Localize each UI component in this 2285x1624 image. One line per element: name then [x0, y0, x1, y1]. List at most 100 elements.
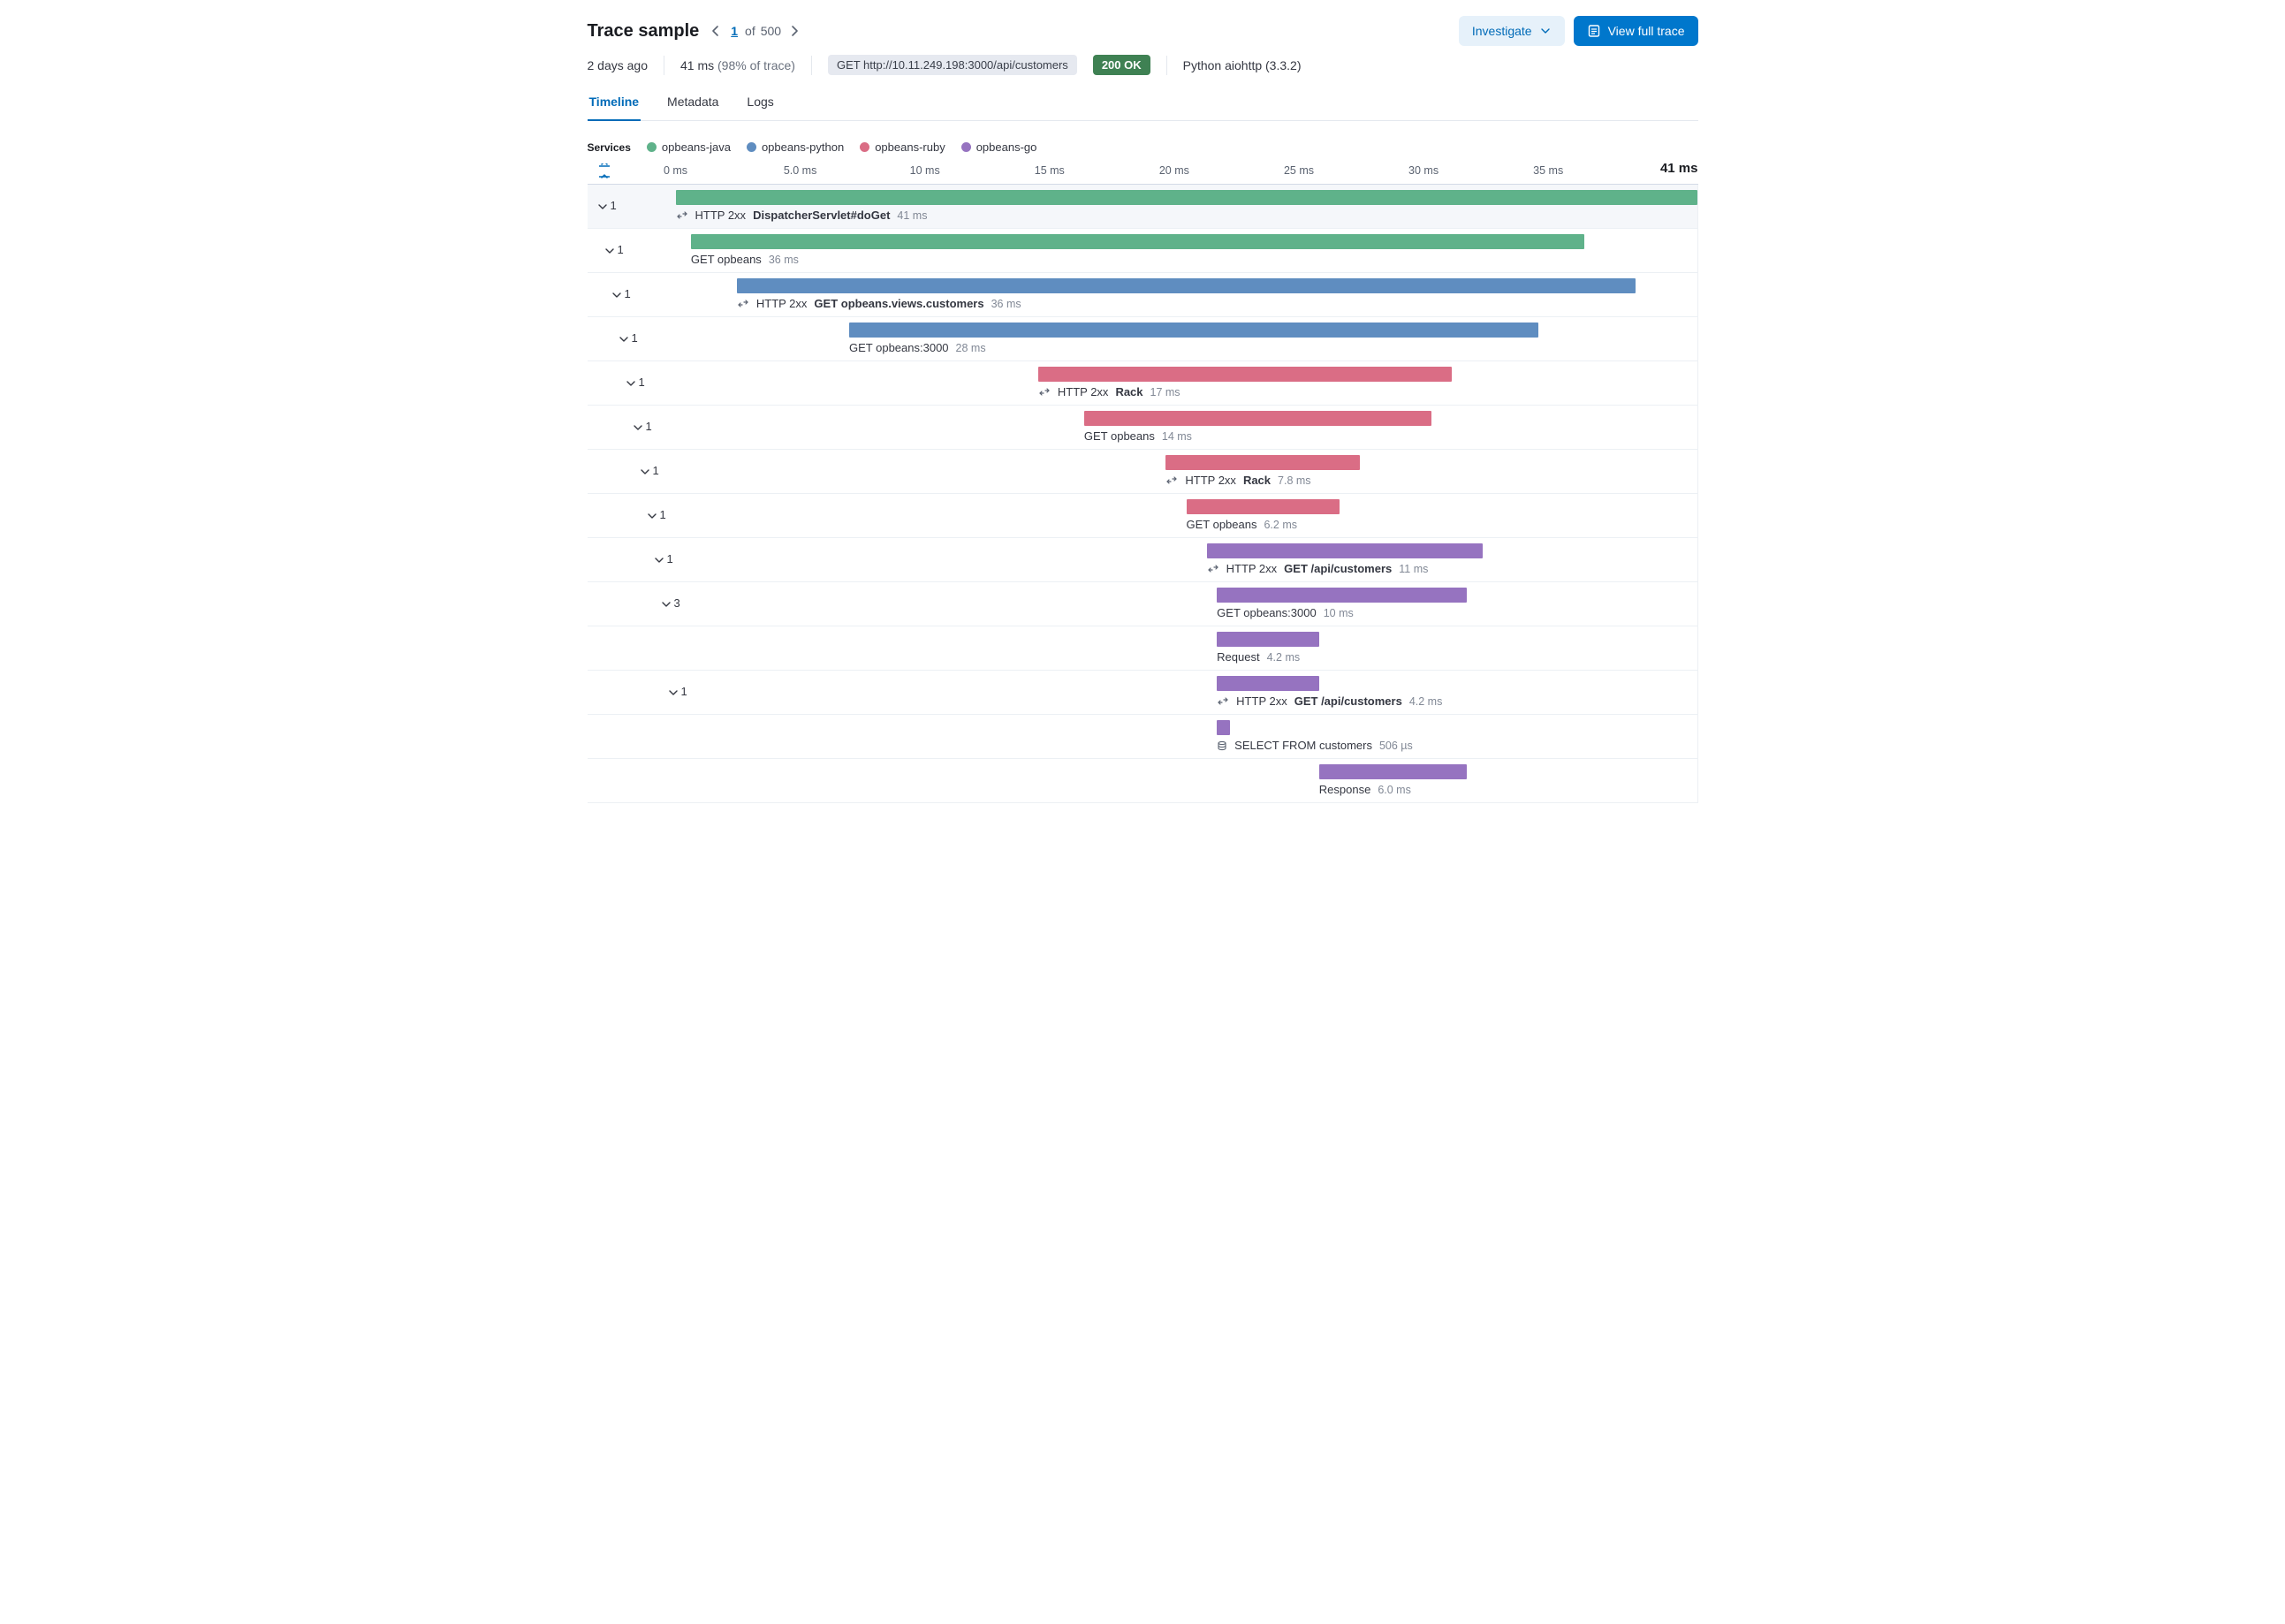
span-gutter: 1 [588, 406, 676, 449]
span-toggle[interactable]: 1 [632, 420, 652, 433]
span-lane[interactable]: HTTP 2xx GET /api/customers 4.2 ms [676, 671, 1698, 714]
span-toggle[interactable]: 1 [618, 331, 638, 345]
span-child-count: 1 [618, 243, 624, 256]
span-toggle[interactable]: 1 [625, 376, 645, 389]
span-row[interactable]: 3GET opbeans:300010 ms [588, 582, 1698, 626]
pager-of-word: of [745, 24, 755, 38]
span-duration: 10 ms [1324, 607, 1354, 619]
span-lane[interactable]: GET opbeans6.2 ms [676, 494, 1698, 537]
legend-item[interactable]: opbeans-go [961, 140, 1037, 154]
span-bar[interactable] [1217, 632, 1319, 647]
view-full-trace-button[interactable]: View full trace [1574, 16, 1698, 46]
span-lane[interactable]: GET opbeans36 ms [676, 229, 1698, 272]
span-bar[interactable] [1207, 543, 1483, 558]
chevron-down-icon [632, 421, 642, 432]
span-lane[interactable]: HTTP 2xxRack17 ms [676, 361, 1698, 405]
ruler-tick: 10 ms [910, 164, 940, 177]
span-duration: 4.2 ms [1409, 695, 1443, 708]
span-row[interactable]: SELECT FROM customers506 µs [588, 715, 1698, 759]
span-toggle[interactable]: 1 [646, 508, 666, 521]
span-toggle[interactable]: 1 [596, 199, 617, 212]
span-lane[interactable]: HTTP 2xxGET opbeans.views.customers36 ms [676, 273, 1698, 316]
span-caption: GET opbeans:300028 ms [849, 341, 986, 354]
span-lane[interactable]: SELECT FROM customers506 µs [676, 715, 1698, 758]
span-bar[interactable] [849, 323, 1538, 338]
pager-current[interactable]: 1 [729, 24, 740, 38]
span-duration: 7.8 ms [1278, 474, 1311, 487]
pager-prev[interactable] [708, 23, 724, 39]
investigate-button[interactable]: Investigate [1459, 16, 1565, 46]
span-name: GET opbeans:3000 [849, 341, 949, 354]
span-toggle[interactable]: 1 [611, 287, 631, 300]
span-lane[interactable]: GET opbeans:300010 ms [676, 582, 1698, 626]
http-icon [737, 299, 749, 308]
span-row[interactable]: 1 GET opbeans14 ms [588, 406, 1698, 450]
span-row[interactable]: 1 HTTP 2xxRack7.8 ms [588, 450, 1698, 494]
span-lane[interactable]: HTTP 2xxDispatcherServlet#doGet41 ms [676, 185, 1698, 228]
span-bar[interactable] [1084, 411, 1431, 426]
meta-duration: 41 ms [680, 58, 714, 72]
tab-logs[interactable]: Logs [745, 95, 775, 120]
legend-item[interactable]: opbeans-ruby [860, 140, 945, 154]
collapse-all-icon[interactable] [588, 163, 676, 179]
span-caption: Response6.0 ms [1319, 783, 1411, 796]
span-lane[interactable]: HTTP 2xxGET /api/customers11 ms [676, 538, 1698, 581]
span-toggle[interactable]: 1 [639, 464, 659, 477]
pager-next[interactable] [786, 23, 802, 39]
span-row[interactable]: 1 GET opbeans6.2 ms [588, 494, 1698, 538]
span-gutter: 1 [588, 494, 676, 537]
span-bar[interactable] [1217, 676, 1319, 691]
span-lane[interactable]: Request4.2 ms [676, 626, 1698, 670]
span-bar[interactable] [676, 190, 1697, 205]
span-bar[interactable] [691, 234, 1585, 249]
legend-item[interactable]: opbeans-java [647, 140, 731, 154]
legend-name: opbeans-python [762, 140, 844, 154]
span-toggle[interactable]: 1 [653, 552, 673, 565]
span-bar[interactable] [1165, 455, 1360, 470]
legend-name: opbeans-go [976, 140, 1037, 154]
ruler-tick: 35 ms [1533, 164, 1563, 177]
meta-agent: Python aiohttp (3.3.2) [1183, 58, 1302, 72]
span-name: GET /api/customers [1294, 694, 1402, 708]
ruler-tick: 25 ms [1284, 164, 1314, 177]
span-bar[interactable] [1319, 764, 1468, 779]
span-duration: 6.0 ms [1378, 784, 1411, 796]
span-caption: GET opbeans6.2 ms [1187, 518, 1298, 531]
span-lane[interactable]: GET opbeans:300028 ms [676, 317, 1698, 360]
tab-timeline[interactable]: Timeline [588, 95, 641, 121]
ruler-ticks: 41 ms 0 ms5.0 ms10 ms15 ms20 ms25 ms30 m… [676, 159, 1698, 184]
span-bar[interactable] [1217, 588, 1467, 603]
span-row[interactable]: 1 HTTP 2xxDispatcherServlet#doGet41 ms [588, 185, 1698, 229]
span-row[interactable]: 1HTTP 2xxGET /api/customers11 ms [588, 538, 1698, 582]
database-icon [1217, 740, 1227, 751]
span-lane[interactable]: GET opbeans14 ms [676, 406, 1698, 449]
span-bar[interactable] [737, 278, 1636, 293]
span-caption: GET opbeans14 ms [1084, 429, 1192, 443]
span-lane[interactable]: HTTP 2xxRack7.8 ms [676, 450, 1698, 493]
tab-metadata[interactable]: Metadata [665, 95, 720, 120]
chevron-down-icon [596, 201, 607, 211]
doc-lines-icon [1587, 24, 1601, 38]
span-row[interactable]: 1HTTP 2xxGET /api/customers4.2 ms [588, 671, 1698, 715]
span-bar[interactable] [1038, 367, 1452, 382]
span-row[interactable]: Response6.0 ms [588, 759, 1698, 803]
http-icon [1207, 564, 1219, 573]
span-row[interactable]: 1 GET opbeans36 ms [588, 229, 1698, 273]
span-row[interactable]: Request4.2 ms [588, 626, 1698, 671]
span-bar[interactable] [1217, 720, 1230, 735]
span-row[interactable]: 1 HTTP 2xxGET opbeans.views.customers36 m… [588, 273, 1698, 317]
span-lane[interactable]: Response6.0 ms [676, 759, 1698, 802]
span-toggle[interactable]: 1 [604, 243, 624, 256]
span-bar[interactable] [1187, 499, 1340, 514]
span-duration: 6.2 ms [1264, 519, 1297, 531]
http-icon [1165, 475, 1178, 485]
pager-total: 500 [761, 24, 781, 38]
http-icon [1038, 387, 1051, 397]
span-row[interactable]: 1 GET opbeans:300028 ms [588, 317, 1698, 361]
span-name: SELECT FROM customers [1234, 739, 1372, 752]
span-http: HTTP 2xx [1236, 694, 1287, 708]
span-caption: HTTP 2xxRack17 ms [1038, 385, 1180, 398]
ruler-tick: 15 ms [1035, 164, 1065, 177]
span-row[interactable]: 1 HTTP 2xxRack17 ms [588, 361, 1698, 406]
legend-item[interactable]: opbeans-python [747, 140, 844, 154]
